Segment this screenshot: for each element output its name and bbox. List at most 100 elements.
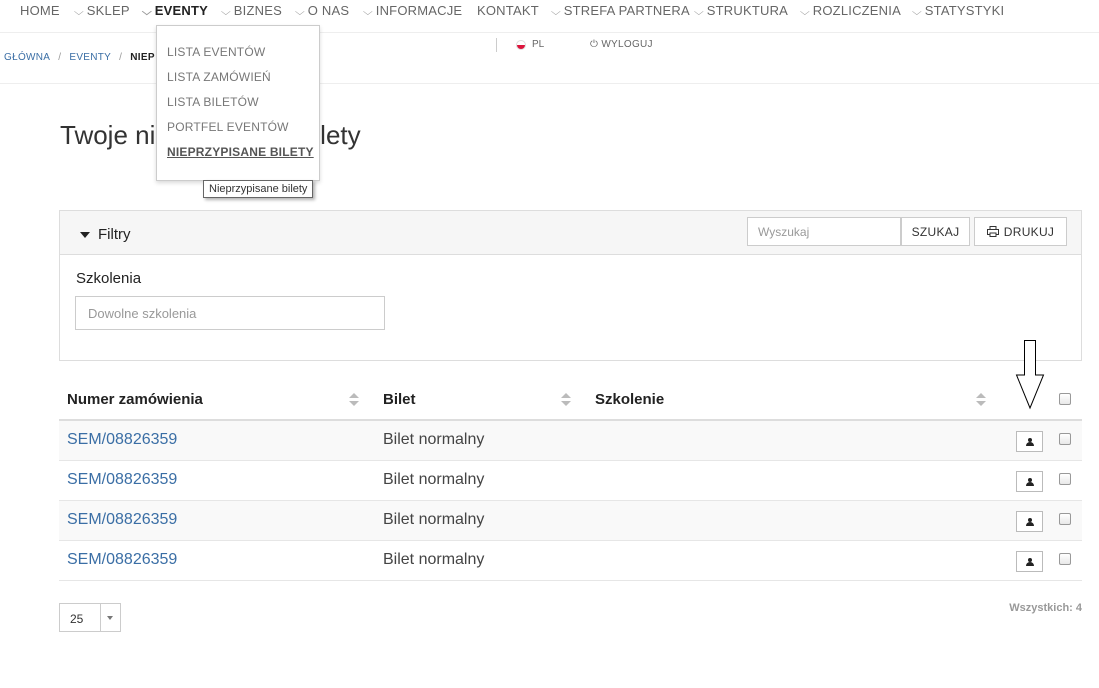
nav-item-kontakt[interactable]: KONTAKT: [477, 3, 539, 18]
chevron-down-icon: ⌵: [141, 7, 152, 18]
nav-item-label: STRUKTURA: [706, 3, 789, 18]
order-number-link[interactable]: SEM/08826359: [67, 471, 177, 489]
poland-flag-icon: [516, 39, 526, 50]
order-number-link[interactable]: SEM/08826359: [67, 551, 177, 569]
tickets-table: Numer zamówienia Bilet Szkolenie SEM/088…: [59, 380, 1082, 581]
ticket-type: Bilet normalny: [383, 431, 485, 448]
chevron-down-icon: ⌵: [550, 7, 561, 18]
nav-item-label: HOME: [20, 3, 60, 18]
caret-down-icon: [80, 231, 90, 238]
breadcrumb: GŁÓWNA / EVENTY / NIEP: [4, 52, 155, 63]
menu-item-portfel-eventow[interactable]: PORTFEL EVENTÓW: [167, 120, 289, 134]
filter-panel: Filtry SZUKAJ DRUKUJ Szkolenia Dowolne s…: [59, 210, 1082, 361]
assign-user-button[interactable]: [1016, 431, 1043, 452]
column-header-training[interactable]: Szkolenie: [595, 391, 664, 408]
page-size-select[interactable]: 25: [59, 603, 121, 632]
total-count: Wszystkich: 4: [1009, 602, 1082, 614]
chevron-down-icon: ⌵: [799, 7, 810, 18]
nav-item-o-nas[interactable]: ⌵ O NAS: [294, 3, 350, 18]
breadcrumb-separator: /: [119, 52, 123, 63]
sort-icon[interactable]: [349, 392, 359, 408]
nav-item-home[interactable]: HOME: [20, 3, 60, 18]
user-icon: [1025, 437, 1034, 446]
table-header: Numer zamówienia Bilet Szkolenie: [59, 380, 1082, 421]
nav-item-biznes[interactable]: ⌵ BIZNES: [220, 3, 282, 18]
table-row: SEM/08826359 Bilet normalny: [59, 421, 1082, 461]
breadcrumb-current: NIEP: [130, 52, 155, 63]
printer-icon: [986, 226, 999, 237]
language-switcher[interactable]: PL: [516, 39, 544, 50]
nav-item-label: STATYSTYKI: [924, 3, 1005, 18]
ticket-type: Bilet normalny: [383, 551, 485, 568]
chevron-down-icon: ⌵: [73, 7, 84, 18]
select-all-checkbox[interactable]: [1059, 393, 1071, 405]
page-title-start: Twoje ni: [60, 120, 156, 150]
page-size-dropdown[interactable]: [101, 604, 120, 631]
user-icon: [1025, 517, 1034, 526]
row-checkbox[interactable]: [1059, 433, 1071, 445]
nav-item-label: EVENTY: [154, 3, 208, 18]
menu-item-lista-biletow[interactable]: LISTA BILETÓW: [167, 95, 259, 109]
menu-item-nieprzypisane-bilety[interactable]: NIEPRZYPISANE BILETY: [167, 145, 314, 159]
page-size-value: 25: [60, 604, 101, 631]
sort-icon[interactable]: [976, 392, 986, 408]
search-button[interactable]: SZUKAJ: [901, 217, 970, 246]
print-button-label: DRUKUJ: [1003, 224, 1055, 239]
eventy-dropdown-menu: LISTA EVENTÓW LISTA ZAMÓWIEŃ LISTA BILET…: [156, 25, 320, 181]
row-checkbox[interactable]: [1059, 473, 1071, 485]
nav-item-statystyki[interactable]: ⌵ STATYSTYKI: [911, 3, 1005, 18]
logout-link[interactable]: ⏻ WYLOGUJ: [590, 39, 653, 50]
ticket-type: Bilet normalny: [383, 511, 485, 528]
search-input[interactable]: [747, 217, 901, 246]
nav-item-label: STREFA PARTNERA: [563, 3, 690, 18]
chevron-down-icon: ⌵: [911, 7, 922, 18]
logout-label: WYLOGUJ: [601, 39, 653, 50]
language-label: PL: [532, 39, 545, 50]
breadcrumb-separator: /: [58, 52, 62, 63]
divider: [496, 38, 497, 52]
breadcrumb-eventy-link[interactable]: EVENTY: [69, 52, 111, 63]
page-title-end: ilety: [314, 120, 361, 150]
power-icon: ⏻: [590, 39, 599, 50]
column-header-order[interactable]: Numer zamówienia: [67, 391, 203, 408]
caret-down-icon: [107, 615, 114, 620]
user-icon: [1025, 557, 1034, 566]
tooltip: Nieprzypisane bilety: [203, 180, 314, 198]
ticket-type: Bilet normalny: [383, 471, 485, 488]
row-checkbox[interactable]: [1059, 513, 1071, 525]
filter-toggle[interactable]: Filtry: [80, 226, 131, 243]
column-header-ticket[interactable]: Bilet: [383, 391, 416, 408]
nav-item-eventy[interactable]: ⌵ EVENTY: [141, 3, 208, 18]
sort-icon[interactable]: [561, 392, 571, 408]
chevron-down-icon: ⌵: [693, 7, 704, 18]
filter-panel-header: Filtry SZUKAJ DRUKUJ: [60, 211, 1081, 255]
chevron-down-icon: ⌵: [294, 7, 305, 18]
nav-item-label: BIZNES: [233, 3, 282, 18]
table-row: SEM/08826359 Bilet normalny: [59, 541, 1082, 581]
nav-item-rozliczenia[interactable]: ⌵ ROZLICZENIA: [799, 3, 901, 18]
order-number-link[interactable]: SEM/08826359: [67, 511, 177, 529]
assign-user-button[interactable]: [1016, 511, 1043, 532]
menu-item-lista-eventow[interactable]: LISTA EVENTÓW: [167, 45, 265, 59]
nav-item-label: KONTAKT: [477, 3, 539, 18]
table-row: SEM/08826359 Bilet normalny: [59, 501, 1082, 541]
order-number-link[interactable]: SEM/08826359: [67, 431, 177, 449]
nav-item-informacje[interactable]: ⌵ INFORMACJE: [363, 3, 463, 18]
nav-item-label: SKLEP: [86, 3, 130, 18]
chevron-down-icon: ⌵: [220, 7, 231, 18]
breadcrumb-home-link[interactable]: GŁÓWNA: [4, 52, 50, 63]
nav-item-sklep[interactable]: ⌵ SKLEP: [73, 3, 130, 18]
training-select[interactable]: Dowolne szkolenia: [75, 296, 385, 330]
print-button[interactable]: DRUKUJ: [974, 217, 1067, 246]
nav-item-label: O NAS: [307, 3, 350, 18]
nav-item-label: INFORMACJE: [375, 3, 463, 18]
row-checkbox[interactable]: [1059, 553, 1071, 565]
assign-user-button[interactable]: [1016, 551, 1043, 572]
nav-item-struktura[interactable]: ⌵ STRUKTURA: [693, 3, 789, 18]
user-icon: [1025, 477, 1034, 486]
menu-item-lista-zamowien[interactable]: LISTA ZAMÓWIEŃ: [167, 70, 271, 84]
assign-user-button[interactable]: [1016, 471, 1043, 492]
training-filter-label: Szkolenia: [76, 270, 142, 287]
nav-item-strefa-partnera[interactable]: ⌵ STREFA PARTNERA: [550, 3, 690, 18]
nav-item-label: ROZLICZENIA: [812, 3, 901, 18]
